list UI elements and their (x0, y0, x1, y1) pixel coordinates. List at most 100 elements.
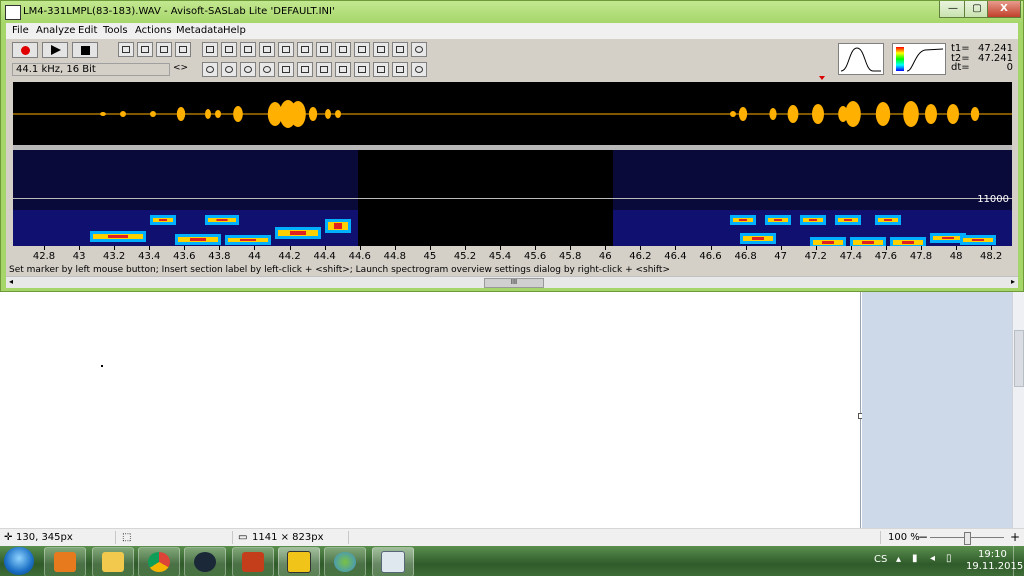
toolbar-btn-10[interactable] (297, 42, 313, 57)
toolbar-btn-9[interactable] (278, 42, 294, 57)
taskbar-media-player[interactable] (44, 547, 86, 577)
call-peak (216, 219, 228, 221)
save-icon[interactable] (175, 42, 191, 57)
zoom-slider-thumb[interactable] (964, 532, 971, 545)
taskbar-snipping[interactable] (372, 547, 414, 577)
menu-help[interactable]: Help (223, 25, 246, 36)
axis-tick-label: 47 (774, 251, 788, 262)
menu-edit[interactable]: Edit (78, 25, 97, 36)
horizontal-scrollbar[interactable]: ◂ III ▸ (6, 276, 1018, 288)
scroll-right-icon[interactable]: ▸ (1011, 277, 1015, 286)
mail-icon[interactable] (316, 62, 332, 77)
steam-icon (194, 552, 216, 572)
zoom-icon-3[interactable] (240, 62, 256, 77)
menu-actions[interactable]: Actions (135, 25, 172, 36)
toolbar-btn-5[interactable] (202, 42, 218, 57)
paint-vertical-scrollbar[interactable] (1012, 290, 1024, 528)
toolbar-btn-2[interactable] (137, 42, 153, 57)
call-peak (972, 239, 984, 241)
network-icon[interactable]: ▮ (912, 553, 918, 564)
axis-tick (780, 246, 782, 250)
minimize-button[interactable]: — (939, 1, 967, 18)
waveform-overview[interactable] (838, 43, 884, 75)
spectrogram[interactable]: 11000 (13, 150, 1012, 248)
zoom-icon[interactable] (411, 42, 427, 57)
axis-tick-label: 46.2 (629, 251, 652, 262)
zoom-in-button[interactable]: + (1010, 530, 1020, 544)
menu-metadata[interactable]: Metadata (176, 25, 223, 36)
toolbar-btn-26[interactable] (373, 62, 389, 77)
toolbar-btn-25[interactable] (354, 62, 370, 77)
taskbar-paint[interactable] (324, 547, 366, 577)
format-arrows[interactable]: <> (173, 63, 191, 76)
waveform-burst (925, 104, 937, 124)
axis-tick (640, 246, 642, 250)
call-peak (822, 241, 834, 244)
paint-icon (334, 552, 356, 572)
taskbar-steam[interactable] (184, 547, 226, 577)
toolbar-btn-27[interactable] (392, 62, 408, 77)
tray-expand-icon[interactable]: ▴ (896, 554, 901, 565)
axis-tick-label: 45.4 (488, 251, 512, 262)
frequency-line (13, 198, 1012, 199)
axis-tick (675, 246, 677, 250)
language-indicator[interactable]: CS (874, 554, 887, 565)
call-peak (190, 238, 206, 241)
stop-button[interactable] (72, 42, 98, 58)
cut-icon[interactable] (316, 42, 332, 57)
menu-tools[interactable]: Tools (103, 25, 128, 36)
call-peak (844, 219, 852, 221)
undo-icon[interactable] (373, 42, 389, 57)
clock-time[interactable]: 19:10 (978, 549, 1007, 560)
redo-icon[interactable] (392, 42, 408, 57)
toolbar-btn-6[interactable] (221, 42, 237, 57)
zoom-in-icon[interactable] (202, 62, 218, 77)
taskbar-explorer[interactable] (92, 547, 134, 577)
taskbar-chrome[interactable] (138, 547, 180, 577)
menu-file[interactable]: File (12, 25, 29, 36)
toolbar-btn-1[interactable] (118, 42, 134, 57)
canvas-edge (860, 290, 861, 528)
oscillogram[interactable] (13, 82, 1012, 145)
zoom-out-icon[interactable] (221, 62, 237, 77)
record-button[interactable] (12, 42, 38, 58)
call-peak (752, 237, 764, 240)
taskbar-saslab[interactable] (278, 547, 320, 577)
zoom-out-button[interactable]: − (918, 530, 928, 544)
waveform-burst (205, 109, 211, 119)
battery-icon[interactable]: ▯ (946, 553, 952, 564)
toolbar-btn-22[interactable] (297, 62, 313, 77)
call-peak (884, 219, 892, 221)
taskbar-powerpoint[interactable] (232, 547, 274, 577)
title-bar[interactable]: LM4-331LMPL(83-183).WAV - Avisoft-SASLab… (1, 1, 1023, 23)
dt-label: dt= (951, 62, 970, 73)
close-button[interactable]: X (987, 1, 1021, 18)
axis-tick (254, 246, 256, 250)
axis-tick-label: 46 (598, 251, 612, 262)
show-desktop-button[interactable] (1013, 546, 1024, 576)
toolbar-btn-8[interactable] (259, 42, 275, 57)
toolbar-btn-13[interactable] (354, 42, 370, 57)
scroll-left-icon[interactable]: ◂ (9, 277, 13, 286)
axis-tick-label: 43 (72, 251, 86, 262)
open-icon[interactable] (156, 42, 172, 57)
axis-tick-label: 48.2 (980, 251, 1003, 262)
menu-analyze[interactable]: Analyze (36, 25, 75, 36)
toolbar-btn-7[interactable] (240, 42, 256, 57)
saslab-window: LM4-331LMPL(83-183).WAV - Avisoft-SASLab… (0, 0, 1024, 292)
zoom-icon-4[interactable] (259, 62, 275, 77)
status-line: Set marker by left mouse button; Insert … (9, 265, 670, 275)
toolbar-btn-12[interactable] (335, 42, 351, 57)
volume-icon[interactable]: ◂ (930, 553, 935, 564)
scroll-thumb[interactable]: III (484, 278, 544, 288)
toolbar-btn-21[interactable] (278, 62, 294, 77)
play-button[interactable] (42, 42, 68, 58)
paint-scroll-thumb[interactable] (1014, 330, 1024, 387)
image-size: 1141 × 823px (252, 532, 324, 543)
toolbar-btn-24[interactable] (335, 62, 351, 77)
zoom-icon-5[interactable] (411, 62, 427, 77)
image-size-icon: ▭ (238, 532, 248, 543)
start-button[interactable] (4, 547, 34, 575)
color-palette-overview[interactable] (892, 43, 946, 75)
axis-tick (114, 246, 116, 250)
